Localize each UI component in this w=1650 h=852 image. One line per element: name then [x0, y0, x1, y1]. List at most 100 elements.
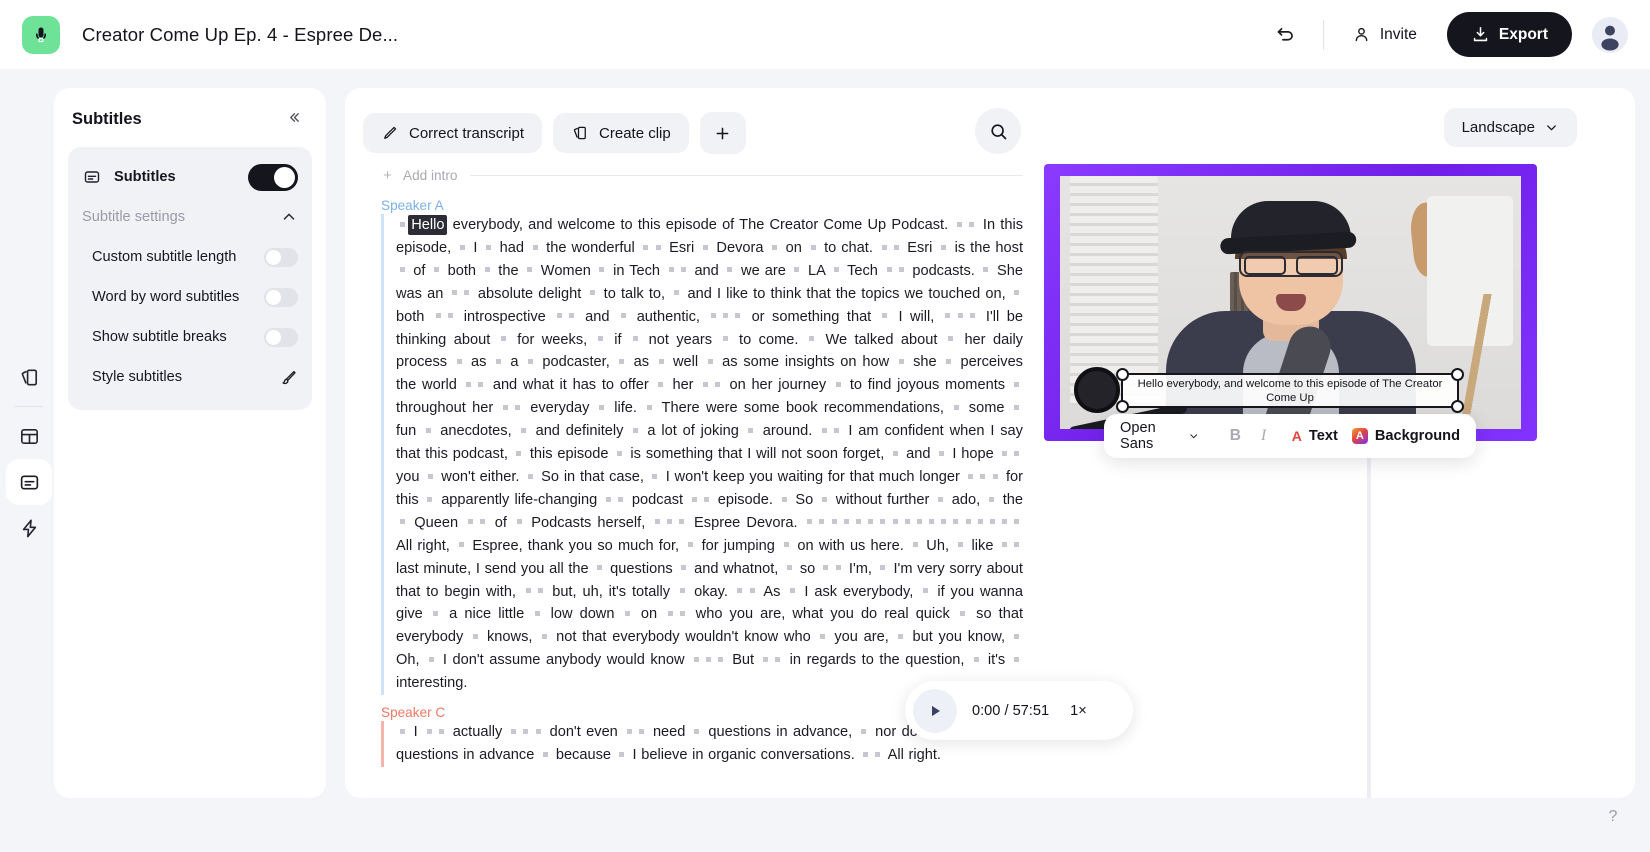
resize-handle-bottom-right[interactable]: [1451, 400, 1464, 413]
word-gap-marker: [654, 519, 660, 525]
aspect-ratio-selector[interactable]: Landscape: [1443, 108, 1577, 147]
invite-button[interactable]: Invite: [1340, 16, 1429, 53]
word-gap-marker: [399, 519, 405, 525]
resize-handle-top-left[interactable]: [1116, 368, 1129, 381]
word-gap-marker: [992, 473, 998, 479]
subtitle-settings-header[interactable]: Subtitle settings: [82, 200, 298, 234]
word-gap-marker: [515, 404, 521, 410]
word-gap-marker: [632, 427, 638, 433]
undo-arrow-icon: [1278, 27, 1294, 41]
word-gap-marker: [1014, 450, 1020, 456]
word-gap-marker: [968, 473, 974, 479]
setting-tail-style-subtitles: [279, 368, 298, 387]
panel-header: Subtitles: [54, 88, 326, 139]
word-gap-marker: [707, 359, 713, 365]
word-gap-marker: [643, 244, 649, 250]
collapse-panel-button[interactable]: [283, 107, 306, 131]
word-gap-marker: [965, 519, 971, 525]
word-gap-marker: [904, 519, 910, 525]
search-transcript-button[interactable]: [975, 108, 1021, 154]
help-button[interactable]: ?: [1598, 802, 1628, 832]
sidebar-item-subtitles[interactable]: [6, 459, 52, 505]
italic-button[interactable]: I: [1249, 427, 1277, 445]
subtitle-textbox[interactable]: Hello everybody, and welcome to this epi…: [1116, 368, 1464, 413]
word-gap-marker: [598, 336, 604, 342]
resize-handle-bottom-left[interactable]: [1116, 400, 1129, 413]
word-gap-marker: [1014, 519, 1020, 525]
chevron-down-icon: [1190, 434, 1197, 439]
word-gap-marker: [723, 313, 729, 319]
word-gap-marker: [464, 290, 470, 296]
word-gap-marker: [516, 450, 522, 456]
word-gap-marker: [447, 313, 453, 319]
word-gap-marker: [679, 588, 685, 594]
chevron-up-icon: [283, 213, 295, 220]
sidebar-item-layout[interactable]: [6, 413, 52, 459]
toggle-custom-subtitle-length[interactable]: [264, 247, 298, 267]
word-gap-marker: [898, 359, 904, 365]
avatar[interactable]: [1592, 16, 1628, 53]
play-button[interactable]: [913, 688, 957, 733]
background-color-button[interactable]: A Background: [1351, 428, 1460, 444]
word-gap-marker: [527, 267, 533, 273]
correct-transcript-button[interactable]: Correct transcript: [363, 113, 543, 153]
sidebar-item-magic[interactable]: [6, 505, 52, 551]
text-color-label: Text: [1308, 428, 1338, 444]
word-gap-marker: [823, 565, 829, 571]
add-intro-row[interactable]: + Add intro: [381, 162, 1023, 188]
subtitle-settings-label: Subtitle settings: [82, 209, 186, 225]
sidebar-item-clips[interactable]: [6, 354, 52, 400]
word-gap-marker: [596, 565, 602, 571]
word-gap-marker: [807, 519, 813, 525]
plus-icon: +: [383, 166, 392, 184]
word-gap-marker: [822, 496, 827, 502]
setting-tail-word-by-word: [264, 287, 298, 307]
font-family-selector[interactable]: Open Sans: [1120, 420, 1199, 452]
word-gap-marker: [516, 519, 522, 525]
add-tool-button[interactable]: [699, 112, 746, 154]
word-gap-marker: [763, 656, 769, 662]
setting-row-custom-length[interactable]: Custom subtitle length: [82, 240, 298, 274]
toggle-show-subtitle-breaks[interactable]: [264, 327, 298, 347]
word-gap-marker: [679, 611, 685, 617]
word-gap-marker: [667, 611, 673, 617]
subtitles-panel: Subtitles Subtitles Subtitle settings Cu…: [54, 88, 326, 798]
word-gap-marker: [503, 404, 509, 410]
word-gap-marker: [786, 565, 792, 571]
collapse-settings-button[interactable]: [280, 208, 298, 226]
word-gap-marker: [737, 588, 743, 594]
search-icon: [990, 123, 1006, 139]
word-gap-marker: [399, 728, 405, 734]
word-gap-marker: [748, 427, 754, 433]
word-gap-marker: [946, 359, 952, 365]
undo-button[interactable]: [1265, 14, 1307, 56]
subtitles-toggle-row[interactable]: Subtitles: [82, 160, 298, 194]
style-subtitles-button[interactable]: [279, 368, 298, 387]
word-gap-marker: [988, 496, 994, 502]
panel-title: Subtitles: [72, 109, 142, 128]
create-clip-button[interactable]: Create clip: [553, 113, 689, 153]
transcript-paragraph-a[interactable]: Hello everybody, and welcome to this epi…: [381, 214, 1023, 696]
word-gap-marker: [620, 313, 626, 319]
cards-stack-icon: [573, 126, 586, 140]
setting-row-style-subtitles[interactable]: Style subtitles: [82, 360, 298, 394]
word-gap-marker: [718, 656, 724, 662]
word-gap-marker: [715, 381, 721, 387]
toggle-word-by-word-subtitles[interactable]: [264, 287, 298, 307]
text-color-button[interactable]: A Text: [1292, 428, 1338, 444]
word-gap-marker: [541, 633, 547, 639]
word-gap-marker: [467, 519, 473, 525]
text-format-toolbar: Open Sans B I A Text A Background: [1104, 414, 1476, 458]
word-gap-marker: [619, 751, 625, 757]
word-gap-marker: [880, 565, 886, 571]
export-button[interactable]: Export: [1446, 12, 1572, 57]
playback-speed-button[interactable]: 1×: [1070, 703, 1087, 719]
word-gap-marker: [711, 313, 717, 319]
subtitles-master-toggle[interactable]: [248, 163, 298, 191]
word-gap-marker: [521, 427, 527, 433]
resize-handle-top-right[interactable]: [1451, 368, 1464, 381]
setting-row-word-by-word[interactable]: Word by word subtitles: [82, 280, 298, 314]
word-gap-marker: [616, 450, 622, 456]
bold-button[interactable]: B: [1221, 427, 1249, 445]
setting-row-show-breaks[interactable]: Show subtitle breaks: [82, 320, 298, 354]
